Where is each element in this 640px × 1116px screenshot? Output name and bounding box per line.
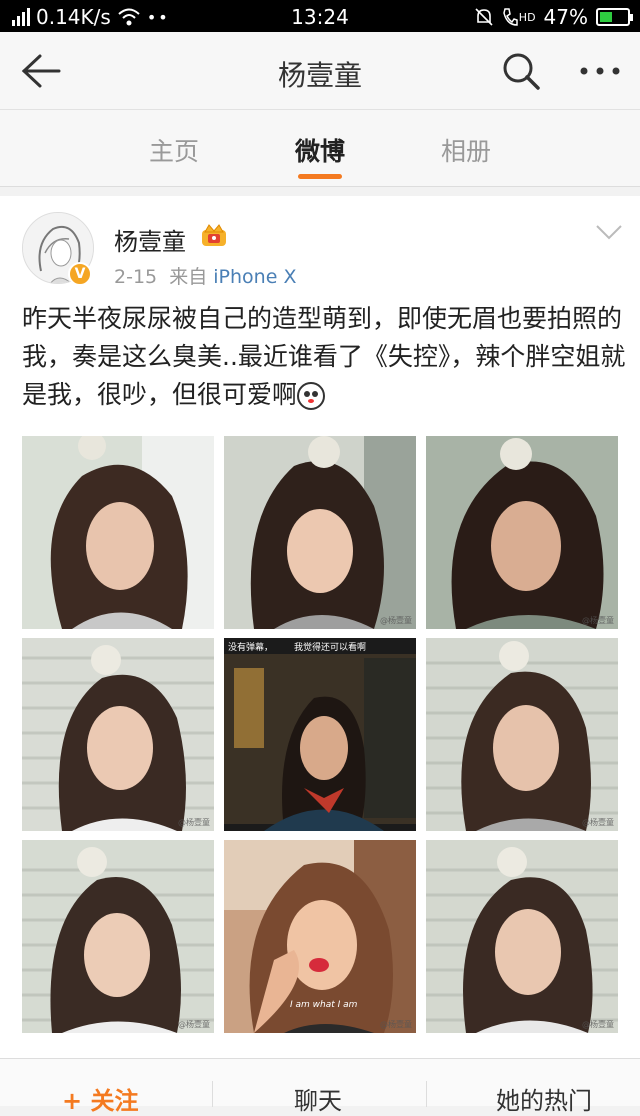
hd-label: HD [518, 10, 536, 24]
page-title: 杨壹童 [277, 59, 362, 92]
post-meta: 2-15 来自 iPhone X [114, 262, 296, 289]
tab-weibo[interactable]: 微博 [260, 132, 380, 168]
meme-caption-left: 没有弹幕， [228, 643, 274, 653]
photo-2[interactable]: @杨壹童 [224, 436, 416, 629]
photo-6[interactable]: @杨壹童 [426, 638, 618, 831]
photo-9[interactable]: @杨壹童 [426, 840, 618, 1033]
photo-1[interactable] [22, 436, 214, 629]
post-author-name[interactable]: 杨壹童 [114, 222, 186, 257]
photo-3[interactable]: @杨壹童 [426, 436, 618, 629]
mute-bell-icon [475, 8, 493, 26]
tab-album[interactable]: 相册 [406, 132, 526, 168]
divider [426, 1081, 427, 1107]
status-bar: 0.14K/s •• 13:24 HD 47% [0, 0, 640, 32]
verified-badge-icon: V [68, 262, 92, 286]
photo-watermark: @杨壹童 [178, 1020, 210, 1029]
post-date: 2-15 [114, 266, 158, 288]
photo-watermark: @杨壹童 [380, 1020, 412, 1029]
divider [212, 1081, 213, 1107]
photo-4[interactable]: @杨壹童 [22, 638, 214, 831]
photo-watermark: @杨壹童 [582, 818, 614, 827]
top-nav-bar: 杨壹童 [0, 32, 640, 110]
photo-watermark: @杨壹童 [380, 616, 412, 625]
photo-overlay-text: I am what I am [290, 1000, 358, 1010]
post-text: 昨天半夜尿尿被自己的造型萌到，即使无眉也要拍照的我，奏是这么臭美..最近谁看了《… [22, 300, 626, 414]
photo-5[interactable]: 没有弹幕， 我觉得还可以看啊 [224, 638, 416, 831]
profile-tabs: 主页 微博 相册 [0, 110, 640, 187]
search-icon[interactable] [500, 50, 542, 92]
battery-percent: 47% [543, 5, 588, 29]
follow-button[interactable]: + 关注 [62, 1081, 138, 1116]
vip-crown-icon [202, 224, 226, 246]
battery-icon [596, 8, 633, 26]
more-options-icon[interactable] [578, 54, 622, 88]
photo-watermark: @杨壹童 [582, 616, 614, 625]
call-icon [503, 8, 518, 26]
meme-caption-right: 我觉得还可以看啊 [294, 643, 367, 653]
post-source[interactable]: iPhone X [213, 266, 296, 288]
panda-emoji-icon [297, 382, 326, 410]
chevron-down-icon[interactable] [594, 222, 624, 242]
post-source-prefix: 来自 [169, 266, 208, 288]
her-hot-posts-button[interactable]: 她的热门 [496, 1081, 592, 1116]
photo-watermark: @杨壹童 [582, 1020, 614, 1029]
tab-home[interactable]: 主页 [114, 132, 234, 168]
photo-watermark: @杨壹童 [178, 818, 210, 827]
bottom-action-bar: + 关注 聊天 她的热门 [0, 1058, 640, 1115]
chat-button[interactable]: 聊天 [294, 1081, 342, 1116]
weibo-post-card: V 杨壹童 2-15 来自 iPhone X 昨天半夜尿尿被自己的造型萌到，即使… [0, 196, 640, 1058]
active-tab-indicator [298, 174, 342, 179]
photo-7[interactable]: @杨壹童 [22, 840, 214, 1033]
photo-8[interactable]: I am what I am @杨壹童 [224, 840, 416, 1033]
